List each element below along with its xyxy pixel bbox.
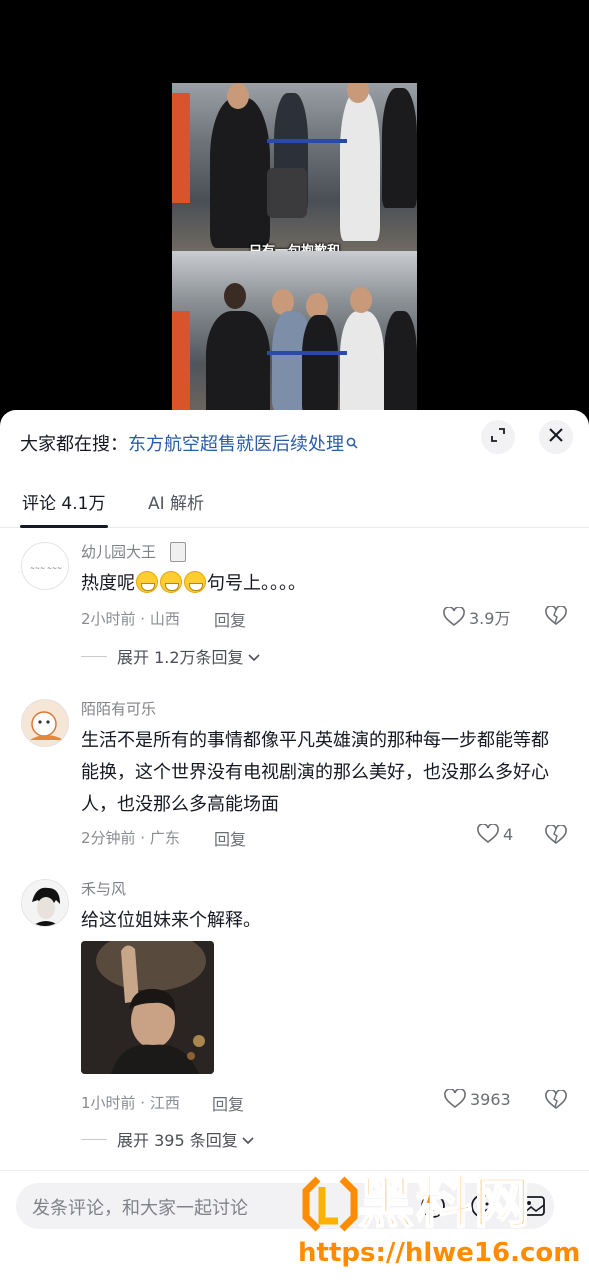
search-icon (346, 433, 358, 449)
user-badge-icon (170, 542, 186, 562)
heart-icon (443, 607, 465, 627)
like-count: 3963 (470, 1089, 511, 1109)
heart-icon (477, 824, 499, 844)
close-button[interactable] (539, 420, 573, 454)
video-caption: 只有一句抱歉和 (172, 240, 417, 251)
chevron-down-icon (242, 1130, 254, 1149)
comment-text: 给这位姐妹来个解释。 (81, 910, 261, 931)
watermark-brand: 黑料网 (357, 1171, 532, 1237)
video-scene-bottom (172, 251, 417, 413)
expand-replies-label: 展开 1.2万条回复 (117, 648, 244, 667)
dislike-button[interactable] (545, 1089, 567, 1114)
tab-comments[interactable]: 评论 4.1万 (22, 489, 105, 514)
comment-sheet: 大家都在搜： 东方航空超售就医后续处理 评论 4.1万 AI 解析 ~~~ ~~… (0, 410, 589, 1280)
reply-button[interactable]: 回复 (214, 607, 246, 631)
comment-username[interactable]: 陌陌有可乐 (81, 698, 156, 719)
dislike-button[interactable] (545, 605, 567, 630)
tab-bar: 评论 4.1万 AI 解析 (0, 486, 589, 528)
close-icon (548, 427, 564, 447)
broken-heart-icon (545, 824, 567, 845)
avatar[interactable] (21, 699, 69, 747)
chevron-down-icon (247, 647, 260, 666)
grin-emoji-icon (184, 571, 206, 593)
comment-text-part: 句号上。。。。 (207, 573, 306, 594)
comment-meta: 2分钟前 · 广东 (81, 829, 180, 847)
broken-heart-icon (545, 1089, 567, 1110)
watermark-logo (300, 1175, 360, 1233)
expand-button[interactable] (481, 420, 515, 454)
dislike-button[interactable] (545, 824, 567, 849)
heart-icon (444, 1089, 466, 1109)
active-tab-indicator (20, 525, 108, 528)
broken-heart-icon (545, 605, 567, 626)
trending-search-term[interactable]: 东方航空超售就医后续处理 (128, 430, 344, 456)
trending-search[interactable]: 大家都在搜： 东方航空超售就医后续处理 (20, 428, 358, 458)
video-player[interactable]: 只有一句抱歉和 (0, 0, 589, 430)
expand-icon (490, 427, 506, 447)
grin-emoji-icon (160, 571, 182, 593)
comment-input-placeholder: 发条评论，和大家一起讨论 (32, 1198, 248, 1219)
like-count: 4 (503, 824, 514, 844)
comment-username[interactable]: 禾与风 (81, 878, 126, 899)
expand-replies-label: 展开 395 条回复 (117, 1131, 238, 1150)
comment-image[interactable] (81, 941, 214, 1074)
trending-search-prefix: 大家都在搜： (20, 434, 128, 455)
reply-button[interactable]: 回复 (214, 826, 246, 850)
expand-replies[interactable]: 展开 395 条回复 (81, 1127, 254, 1151)
grin-emoji-icon (136, 571, 158, 593)
comment-text-part: 热度呢 (81, 573, 135, 594)
tab-ai-analysis[interactable]: AI 解析 (148, 489, 204, 514)
svg-text:~~~ ~~~: ~~~ ~~~ (30, 565, 62, 572)
video-scene-top: 只有一句抱歉和 (172, 83, 417, 251)
watermark-url: https://hlwe16.com (298, 1238, 581, 1268)
like-count: 3.9万 (469, 609, 511, 628)
comment-username[interactable]: 幼儿园大王 (81, 541, 156, 562)
avatar[interactable]: ~~~ ~~~ (21, 542, 69, 590)
like-button[interactable]: 3963 (444, 1089, 511, 1109)
expand-replies[interactable]: 展开 1.2万条回复 (81, 644, 260, 668)
avatar[interactable] (21, 879, 69, 927)
comment-text: 热度呢 句号上。。。。 (81, 568, 561, 600)
reply-button[interactable]: 回复 (212, 1091, 244, 1115)
comment-meta: 2小时前 · 山西 (81, 610, 180, 628)
comment-meta: 1小时前 · 江西 (81, 1094, 180, 1112)
like-button[interactable]: 4 (477, 824, 513, 844)
video-frame[interactable]: 只有一句抱歉和 (172, 83, 417, 413)
like-button[interactable]: 3.9万 (443, 605, 510, 629)
comment-text: 生活不是所有的事情都像平凡英雄演的那种每一步都能等都能换，这个世界没有电视剧演的… (81, 730, 549, 815)
